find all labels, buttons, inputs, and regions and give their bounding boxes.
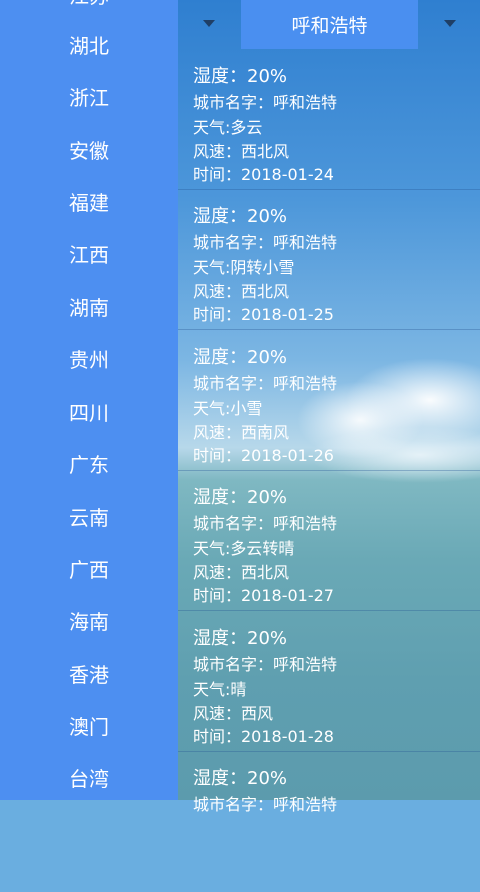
city-dropdown[interactable]: 呼和浩特 xyxy=(241,0,418,49)
province-item[interactable]: 台湾 xyxy=(0,766,178,792)
province-item[interactable]: 香港 xyxy=(0,662,178,688)
city-name-text: 城市名字：呼和浩特 xyxy=(193,233,338,252)
province-item[interactable]: 福建 xyxy=(0,190,178,216)
date-text: 时间：2018-01-27 xyxy=(193,586,334,605)
forecast-card: 湿度：20% 城市名字：呼和浩特 天气:多云 风速：西北风 时间：2018-01… xyxy=(178,50,480,190)
forecast-list[interactable]: 湿度：20% 城市名字：呼和浩特 天气:多云 风速：西北风 时间：2018-01… xyxy=(178,50,480,814)
province-item[interactable]: 四川 xyxy=(0,400,178,426)
weather-text: 天气:阴转小雪 xyxy=(193,258,295,277)
wind-text: 风速：西北风 xyxy=(193,282,290,301)
forecast-card: 湿度：20% 城市名字：呼和浩特 天气:阴转小雪 风速：西北风 时间：2018-… xyxy=(178,190,480,330)
date-text: 时间：2018-01-25 xyxy=(193,305,334,324)
date-text: 时间：2018-01-28 xyxy=(193,727,334,746)
city-dropdown-arrow-icon[interactable] xyxy=(444,20,456,27)
humidity-text: 湿度：20% xyxy=(193,347,288,368)
province-item[interactable]: 浙江 xyxy=(0,85,178,111)
humidity-text: 湿度：20% xyxy=(193,628,288,649)
province-item[interactable]: 湖北 xyxy=(0,33,178,59)
city-name-text: 城市名字：呼和浩特 xyxy=(193,93,338,112)
date-text: 时间：2018-01-24 xyxy=(193,165,334,184)
city-name-text: 城市名字：呼和浩特 xyxy=(193,795,338,814)
weather-text: 天气:小雪 xyxy=(193,399,263,418)
province-item[interactable]: 湖南 xyxy=(0,295,178,321)
forecast-card: 湿度：20% 城市名字：呼和浩特 天气:小雪 风速：西南风 时间：2018-01… xyxy=(178,331,480,471)
province-item[interactable]: 安徽 xyxy=(0,138,178,164)
province-item[interactable]: 云南 xyxy=(0,505,178,531)
province-sidebar[interactable]: 江苏 湖北 浙江 安徽 福建 江西 湖南 贵州 四川 广东 云南 广西 海南 香… xyxy=(0,0,178,800)
humidity-text: 湿度：20% xyxy=(193,206,288,227)
forecast-card: 湿度：20% 城市名字：呼和浩特 xyxy=(178,752,480,892)
province-item[interactable]: 广东 xyxy=(0,452,178,478)
city-name-text: 城市名字：呼和浩特 xyxy=(193,514,338,533)
province-item[interactable]: 江苏 xyxy=(0,0,178,9)
weather-text: 天气:晴 xyxy=(193,680,247,699)
wind-text: 风速：西风 xyxy=(193,704,274,723)
humidity-text: 湿度：20% xyxy=(193,768,288,789)
humidity-text: 湿度：20% xyxy=(193,487,288,508)
wind-text: 风速：西南风 xyxy=(193,423,290,442)
province-item[interactable]: 广西 xyxy=(0,557,178,583)
province-item[interactable]: 江西 xyxy=(0,242,178,268)
city-dropdown-label: 呼和浩特 xyxy=(291,15,368,37)
city-name-text: 城市名字：呼和浩特 xyxy=(193,655,338,674)
wind-text: 风速：西北风 xyxy=(193,142,290,161)
province-item[interactable]: 贵州 xyxy=(0,347,178,373)
province-dropdown-arrow-icon[interactable] xyxy=(203,20,215,27)
humidity-text: 湿度：20% xyxy=(193,66,288,87)
wind-text: 风速：西北风 xyxy=(193,563,290,582)
weather-text: 天气:多云 xyxy=(193,118,263,137)
forecast-card: 湿度：20% 城市名字：呼和浩特 天气:晴 风速：西风 时间：2018-01-2… xyxy=(178,612,480,752)
date-text: 时间：2018-01-26 xyxy=(193,446,334,465)
weather-text: 天气:多云转晴 xyxy=(193,539,295,558)
province-item[interactable]: 海南 xyxy=(0,609,178,635)
city-name-text: 城市名字：呼和浩特 xyxy=(193,374,338,393)
forecast-card: 湿度：20% 城市名字：呼和浩特 天气:多云转晴 风速：西北风 时间：2018-… xyxy=(178,471,480,611)
province-item[interactable]: 澳门 xyxy=(0,714,178,740)
